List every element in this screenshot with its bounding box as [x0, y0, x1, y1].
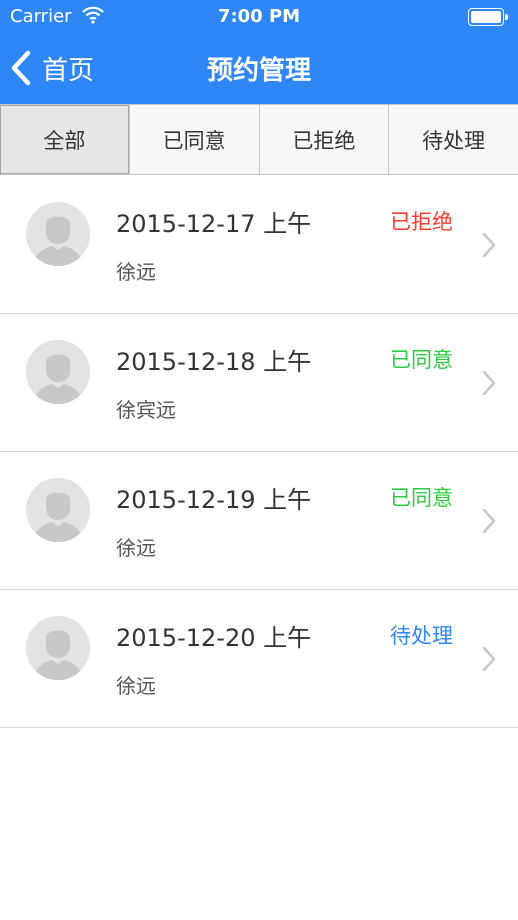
avatar: [26, 616, 90, 680]
appointment-list: 2015-12-17 上午 徐远 已拒绝 2015-12-18 上午 徐宾远 已…: [0, 176, 518, 728]
appointment-date: 2015-12-20 上午: [116, 624, 312, 652]
list-item[interactable]: 2015-12-17 上午 徐远 已拒绝: [0, 176, 518, 314]
status-time: 7:00 PM: [217, 6, 301, 27]
tab-all[interactable]: 全部: [0, 105, 130, 174]
chevron-right-icon: [482, 370, 496, 396]
chevron-right-icon: [482, 508, 496, 534]
list-item[interactable]: 2015-12-20 上午 徐远 待处理: [0, 590, 518, 728]
status-badge: 已同意: [390, 486, 453, 510]
status-badge: 待处理: [390, 624, 453, 648]
status-badge: 已拒绝: [390, 210, 453, 234]
avatar: [26, 202, 90, 266]
tab-pending[interactable]: 待处理: [389, 105, 518, 174]
tab-approved[interactable]: 已同意: [129, 105, 260, 174]
avatar: [26, 340, 90, 404]
person-icon: [26, 202, 90, 266]
top-bar: Carrier 7:00 PM 首页 预约管理: [0, 0, 518, 104]
chevron-right-icon: [482, 232, 496, 258]
appointment-date: 2015-12-19 上午: [116, 486, 312, 514]
avatar: [26, 478, 90, 542]
person-icon: [26, 478, 90, 542]
appointment-name: 徐远: [116, 260, 156, 284]
person-icon: [26, 616, 90, 680]
appointment-name: 徐宾远: [116, 398, 176, 422]
list-item[interactable]: 2015-12-19 上午 徐远 已同意: [0, 452, 518, 590]
navigation-bar: 首页 预约管理: [0, 34, 518, 104]
filter-tabs: 全部 已同意 已拒绝 待处理: [0, 104, 518, 175]
appointment-date: 2015-12-17 上午: [116, 210, 312, 238]
status-badge: 已同意: [390, 348, 453, 372]
page-title: 预约管理: [206, 56, 311, 86]
tab-rejected[interactable]: 已拒绝: [259, 105, 390, 174]
person-icon: [26, 340, 90, 404]
appointment-name: 徐远: [116, 536, 156, 560]
battery-icon: [468, 8, 508, 26]
list-item[interactable]: 2015-12-18 上午 徐宾远 已同意: [0, 314, 518, 452]
status-bar: Carrier 7:00 PM: [0, 0, 518, 34]
appointment-date: 2015-12-18 上午: [116, 348, 312, 376]
chevron-right-icon: [482, 646, 496, 672]
appointment-name: 徐远: [116, 674, 156, 698]
